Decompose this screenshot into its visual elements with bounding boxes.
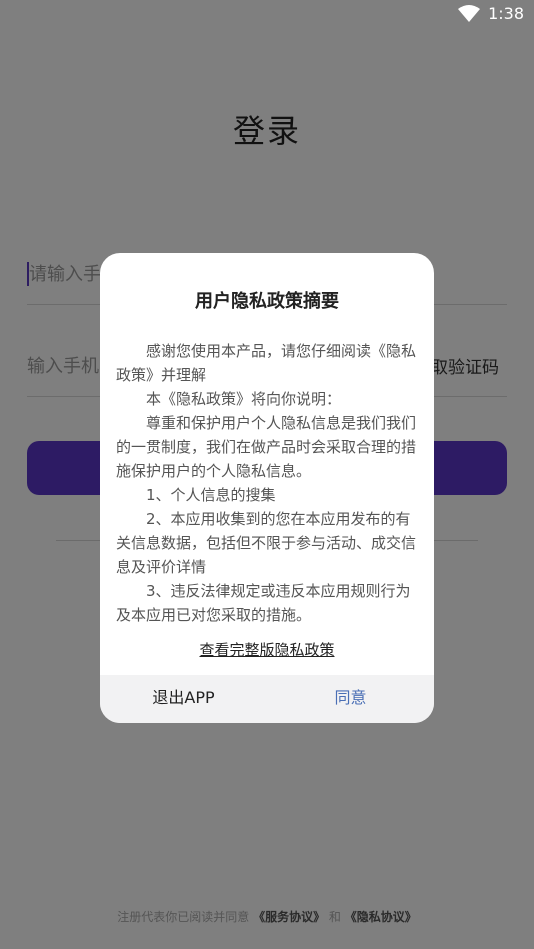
status-time: 1:38: [488, 4, 524, 23]
policy-paragraph: 3、违反法律规定或违反本应用规则行为及本应用已对您采取的措施。: [116, 582, 411, 624]
policy-paragraph: 感谢您使用本产品，请您仔细阅读《隐私 政策》并理解: [116, 342, 417, 384]
wifi-icon: [458, 4, 481, 22]
policy-paragraph: 本《隐私政策》将向你说明：: [146, 390, 342, 408]
exit-app-button[interactable]: 退出APP: [100, 675, 267, 723]
status-bar: 1:38: [0, 0, 534, 30]
policy-paragraph: 2、本应用收集到的您在本应用发布的有关信息数据，包括但不限于参与活动、成交信息及…: [116, 510, 417, 576]
privacy-dialog: 用户隐私政策摘要 感谢您使用本产品，请您仔细阅读《隐私 政策》并理解 本《隐私政…: [100, 253, 434, 723]
policy-paragraph: 1、个人信息的搜集: [146, 486, 276, 504]
policy-paragraph: 尊重和保护用户个人隐私信息是我们我们的一贯制度，我们在做产品时会采取合理的措施保…: [116, 414, 417, 480]
agree-button[interactable]: 同意: [267, 675, 434, 723]
dialog-body: 感谢您使用本产品，请您仔细阅读《隐私 政策》并理解 本《隐私政策》将向你说明： …: [116, 339, 418, 627]
dialog-title: 用户隐私政策摘要: [195, 291, 339, 312]
dialog-actions: 退出APP 同意: [100, 675, 434, 723]
full-policy-link[interactable]: 查看完整版隐私政策: [100, 639, 434, 660]
